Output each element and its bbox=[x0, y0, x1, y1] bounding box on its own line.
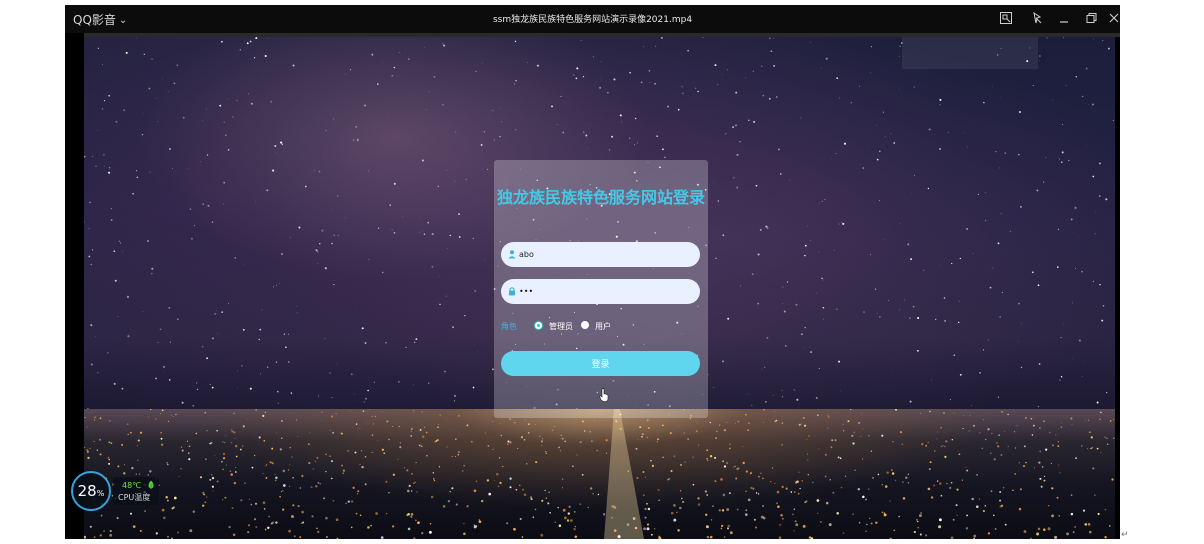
close-icon[interactable] bbox=[1107, 11, 1120, 25]
password-field[interactable] bbox=[501, 279, 700, 304]
leaf-icon bbox=[148, 480, 154, 490]
cpu-temperature-label: CPU温度 bbox=[118, 493, 151, 502]
username-field[interactable] bbox=[501, 242, 700, 267]
login-button[interactable]: 登录 bbox=[501, 351, 700, 376]
player-titlebar: QQ影音 ⌄ ssm独龙族民族特色服务网站演示录像2021.mp4 bbox=[65, 5, 1120, 33]
cpu-usage-gauge: 28% bbox=[71, 471, 111, 511]
minimize-icon[interactable] bbox=[1057, 11, 1071, 25]
video-title: ssm独龙族民族特色服务网站演示录像2021.mp4 bbox=[492, 15, 693, 25]
paragraph-mark: ↵ bbox=[1121, 530, 1129, 540]
cpu-usage-number: 28 bbox=[77, 482, 97, 500]
hand-cursor-icon bbox=[599, 388, 609, 402]
video-overlay-box bbox=[902, 37, 1038, 69]
city-lights-pattern bbox=[84, 409, 1115, 539]
role-label-admin[interactable]: 管理员 bbox=[549, 321, 573, 332]
video-frame: 独龙族民族特色服务网站登录 角色 bbox=[84, 37, 1115, 539]
restore-icon[interactable] bbox=[1084, 11, 1098, 25]
role-radio-user[interactable] bbox=[581, 321, 589, 329]
screen: QQ影音 ⌄ ssm独龙族民族特色服务网站演示录像2021.mp4 独龙族民族特… bbox=[0, 0, 1204, 544]
lock-icon bbox=[509, 287, 515, 296]
cpu-usage-value: 28% bbox=[73, 483, 109, 502]
pin-icon[interactable] bbox=[1030, 11, 1044, 25]
role-radio-admin[interactable] bbox=[534, 321, 543, 330]
login-title: 独龙族民族特色服务网站登录 bbox=[496, 188, 705, 207]
cpu-monitor-widget[interactable]: 28% 48℃ CPU温度 bbox=[71, 471, 163, 511]
qq-player-window: QQ影音 ⌄ ssm独龙族民族特色服务网站演示录像2021.mp4 独龙族民族特… bbox=[65, 5, 1120, 539]
role-label-user[interactable]: 用户 bbox=[595, 321, 611, 332]
user-icon bbox=[508, 250, 516, 259]
role-label: 角色 bbox=[501, 322, 517, 331]
cpu-usage-unit: % bbox=[96, 489, 105, 498]
login-card: 独龙族民族特色服务网站登录 角色 bbox=[494, 160, 708, 418]
cpu-temp-panel: 48℃ CPU温度 bbox=[113, 477, 159, 505]
screenshot-icon[interactable] bbox=[999, 11, 1013, 25]
username-input[interactable] bbox=[519, 242, 689, 267]
city-lights-background bbox=[84, 409, 1115, 539]
cpu-temperature: 48℃ bbox=[122, 481, 142, 490]
password-input[interactable] bbox=[519, 279, 689, 304]
